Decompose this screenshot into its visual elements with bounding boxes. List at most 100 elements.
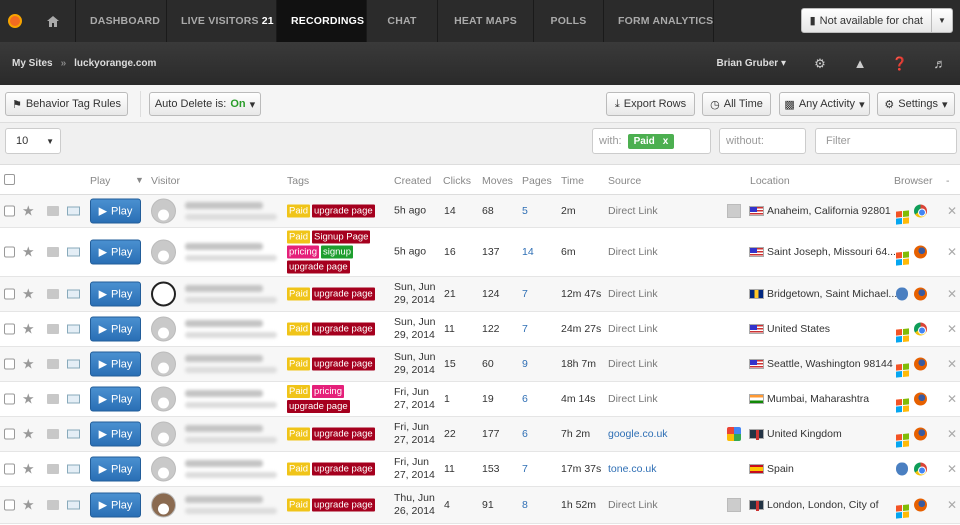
source[interactable]: tone.co.uk bbox=[608, 463, 656, 475]
visitor-info[interactable] bbox=[185, 460, 277, 478]
row-checkbox[interactable] bbox=[4, 428, 15, 440]
behavior-tag[interactable]: upgrade page bbox=[312, 427, 375, 441]
behavior-tag[interactable]: upgrade page bbox=[312, 498, 375, 512]
without-tag-filter[interactable]: without: bbox=[719, 128, 806, 154]
row-checkbox[interactable] bbox=[4, 323, 15, 335]
visitor-info[interactable] bbox=[185, 243, 277, 261]
contact-card-icon[interactable] bbox=[67, 394, 80, 404]
delete-icon[interactable]: ✕ bbox=[947, 287, 957, 301]
contact-card-icon[interactable] bbox=[67, 206, 80, 216]
note-icon[interactable] bbox=[47, 464, 59, 474]
avatar[interactable] bbox=[151, 456, 176, 482]
star-icon[interactable]: ★ bbox=[22, 497, 35, 514]
note-icon[interactable] bbox=[47, 247, 59, 257]
visitor-info[interactable] bbox=[185, 496, 277, 514]
behavior-tag[interactable]: Paid bbox=[287, 230, 311, 244]
contact-card-icon[interactable] bbox=[67, 359, 80, 369]
behavior-tag[interactable]: Paid bbox=[287, 204, 311, 218]
avatar[interactable] bbox=[151, 386, 176, 412]
col-time[interactable]: Time bbox=[561, 175, 584, 187]
delete-icon[interactable]: ✕ bbox=[947, 498, 957, 512]
behavior-tag[interactable]: pricing bbox=[287, 245, 319, 259]
home-icon[interactable] bbox=[30, 0, 76, 42]
nav-chat[interactable]: CHAT bbox=[367, 0, 438, 42]
contact-card-icon[interactable] bbox=[67, 324, 80, 334]
col-created[interactable]: Created bbox=[394, 175, 431, 187]
delete-icon[interactable]: ✕ bbox=[947, 204, 957, 218]
pages-count[interactable]: 6 bbox=[522, 393, 528, 405]
delete-icon[interactable]: ✕ bbox=[947, 462, 957, 476]
note-icon[interactable] bbox=[47, 394, 59, 404]
play-button[interactable]: ▶ Play bbox=[90, 239, 141, 265]
behavior-tag[interactable]: pricing bbox=[312, 385, 345, 398]
gear-icon[interactable]: ⚙ bbox=[800, 56, 840, 72]
delete-icon[interactable]: ✕ bbox=[947, 245, 957, 259]
export-rows-button[interactable]: ⤓ Export Rows bbox=[606, 92, 695, 116]
play-button[interactable]: ▶ Play bbox=[90, 421, 141, 447]
col-source[interactable]: Source bbox=[608, 175, 641, 187]
delete-icon[interactable]: ✕ bbox=[947, 392, 957, 406]
note-icon[interactable] bbox=[47, 359, 59, 369]
play-button[interactable]: ▶ Play bbox=[90, 281, 141, 307]
filter-input[interactable]: Filter bbox=[815, 128, 957, 154]
graduation-cap-icon[interactable]: ▲ bbox=[840, 56, 880, 71]
avatar[interactable] bbox=[151, 351, 176, 377]
pages-count[interactable]: 5 bbox=[522, 205, 528, 217]
contact-card-icon[interactable] bbox=[67, 289, 80, 299]
col-moves[interactable]: Moves bbox=[482, 175, 513, 187]
behavior-tag[interactable]: Paid bbox=[287, 357, 311, 371]
star-icon[interactable]: ★ bbox=[22, 356, 35, 373]
delete-icon[interactable]: ✕ bbox=[947, 427, 957, 441]
user-menu[interactable]: Brian Gruber ▾ bbox=[703, 58, 801, 69]
star-icon[interactable]: ★ bbox=[22, 244, 35, 261]
play-button[interactable]: ▶ Play bbox=[90, 456, 141, 482]
row-checkbox[interactable] bbox=[4, 246, 15, 258]
note-icon[interactable] bbox=[47, 429, 59, 439]
per-page-select[interactable]: 10 ▼ bbox=[5, 128, 61, 154]
play-button[interactable]: ▶ Play bbox=[90, 316, 141, 342]
behavior-tag[interactable]: Paid bbox=[287, 498, 311, 512]
behavior-tag[interactable]: Paid bbox=[287, 287, 311, 301]
contact-card-icon[interactable] bbox=[67, 464, 80, 474]
pages-count[interactable]: 6 bbox=[522, 428, 528, 440]
star-icon[interactable]: ★ bbox=[22, 391, 35, 408]
play-button[interactable]: ▶ Play bbox=[90, 492, 141, 518]
behavior-tag[interactable]: upgrade page bbox=[312, 287, 375, 301]
auto-delete-toggle[interactable]: Auto Delete is: On ▾ bbox=[149, 92, 261, 116]
select-all-checkbox[interactable] bbox=[4, 174, 15, 185]
behavior-tag[interactable]: upgrade page bbox=[312, 462, 375, 476]
behavior-tag[interactable]: upgrade page bbox=[287, 400, 350, 413]
avatar[interactable] bbox=[151, 198, 176, 224]
behavior-tag[interactable]: Paid bbox=[287, 385, 311, 398]
contact-card-icon[interactable] bbox=[67, 247, 80, 257]
breadcrumb-my-sites[interactable]: My Sites bbox=[12, 58, 53, 69]
avatar[interactable] bbox=[151, 492, 176, 518]
star-icon[interactable]: ★ bbox=[22, 426, 35, 443]
avatar[interactable] bbox=[151, 316, 176, 342]
star-icon[interactable]: ★ bbox=[22, 461, 35, 478]
pages-count[interactable]: 7 bbox=[522, 323, 528, 335]
sort-down-icon[interactable]: ▼ bbox=[135, 175, 144, 185]
col-clicks[interactable]: Clicks bbox=[443, 175, 471, 187]
row-checkbox[interactable] bbox=[4, 393, 15, 405]
behavior-tag[interactable]: Paid bbox=[287, 462, 311, 476]
visitor-info[interactable] bbox=[185, 320, 277, 338]
delete-icon[interactable]: ✕ bbox=[947, 357, 957, 371]
nav-dashboard[interactable]: DASHBOARD bbox=[76, 0, 167, 42]
col-location[interactable]: Location bbox=[750, 175, 790, 187]
behavior-tag[interactable]: Paid bbox=[287, 322, 311, 336]
tag-chip-paid[interactable]: Paid x bbox=[627, 133, 675, 149]
col-pages[interactable]: Pages bbox=[522, 175, 552, 187]
pages-count[interactable]: 7 bbox=[522, 288, 528, 300]
star-icon[interactable]: ★ bbox=[22, 203, 35, 220]
row-checkbox[interactable] bbox=[4, 358, 15, 370]
chat-status-button[interactable]: ▮ Not available for chat ▼ bbox=[800, 8, 953, 33]
col-visitor[interactable]: Visitor bbox=[151, 175, 180, 187]
behavior-tag[interactable]: upgrade page bbox=[312, 322, 375, 336]
avatar[interactable] bbox=[151, 421, 176, 447]
contact-card-icon[interactable] bbox=[67, 500, 80, 510]
settings-dropdown[interactable]: ⚙ Settings ▾ bbox=[877, 92, 955, 116]
nav-recordings[interactable]: RECORDINGS bbox=[277, 0, 367, 42]
behavior-tag[interactable]: upgrade page bbox=[312, 204, 375, 218]
behavior-tag[interactable]: upgrade page bbox=[287, 260, 350, 274]
